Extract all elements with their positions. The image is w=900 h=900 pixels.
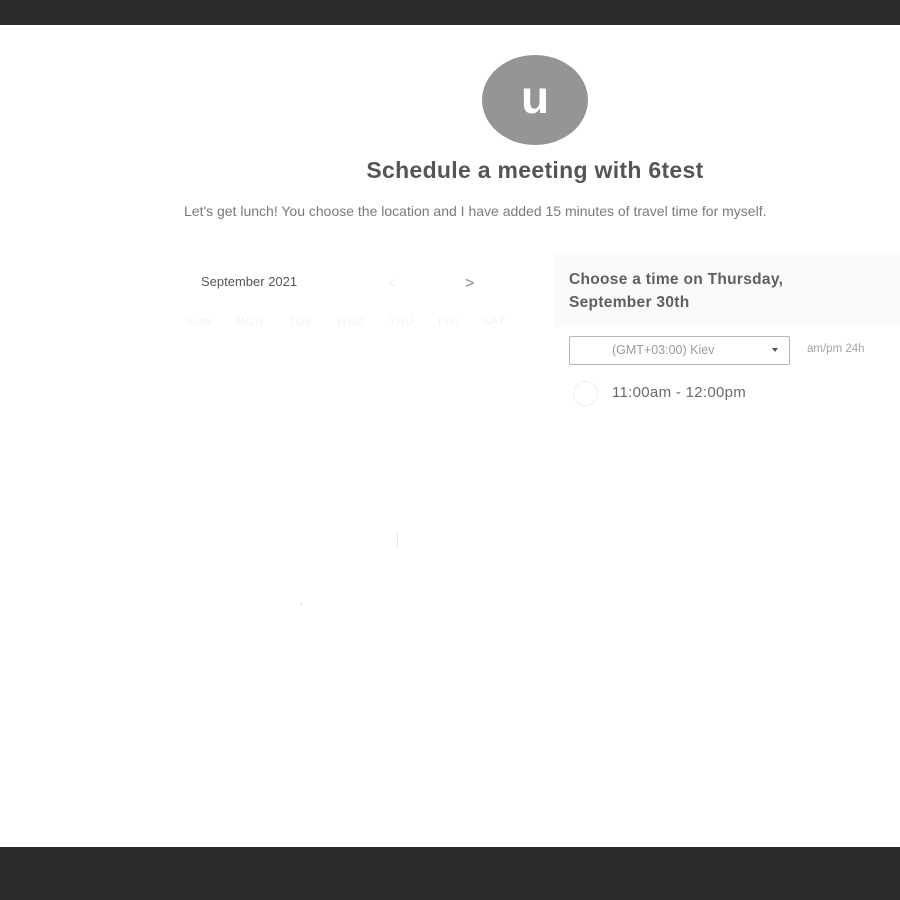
calendar-placeholder-mark	[397, 533, 398, 547]
avatar-initial: u	[520, 71, 550, 123]
timezone-select[interactable]: (GMT+03:00) Kiev	[569, 336, 790, 365]
page-title: Schedule a meeting with 6test	[366, 157, 704, 183]
weekday-label: FRI	[438, 316, 459, 328]
weekday-label: SUN	[186, 316, 213, 328]
avatar: u	[482, 55, 588, 145]
event-description: Let's get lunch! You choose the location…	[184, 203, 767, 219]
weekday-label: SAT	[482, 316, 506, 328]
timezone-value: (GMT+03:00) Kiev	[612, 343, 715, 357]
time-format-toggle[interactable]: am/pm 24h	[807, 343, 865, 355]
calendar-placeholder-mark	[300, 603, 303, 606]
chevron-left-icon[interactable]: <	[388, 275, 397, 293]
caret-down-icon	[772, 348, 778, 352]
weekday-label: THU	[388, 316, 415, 328]
weekday-label: MON	[235, 316, 265, 328]
chevron-right-icon[interactable]: >	[465, 275, 474, 293]
bottom-frame-bar	[0, 847, 900, 900]
time-slot-label[interactable]: 11:00am - 12:00pm	[612, 384, 746, 401]
scheduling-page: u Schedule a meeting with 6test Let's ge…	[0, 25, 900, 847]
top-frame-bar	[0, 0, 900, 25]
time-slot-radio[interactable]	[573, 381, 598, 406]
calendar-weekday-row: SUN MON TUE WED THU FRI SAT	[186, 316, 506, 328]
time-picker-heading: Choose a time on Thursday, September 30t…	[569, 271, 784, 311]
calendar-month-label: September 2021	[201, 274, 298, 289]
weekday-label: WED	[336, 316, 366, 328]
weekday-label: TUE	[288, 316, 314, 328]
